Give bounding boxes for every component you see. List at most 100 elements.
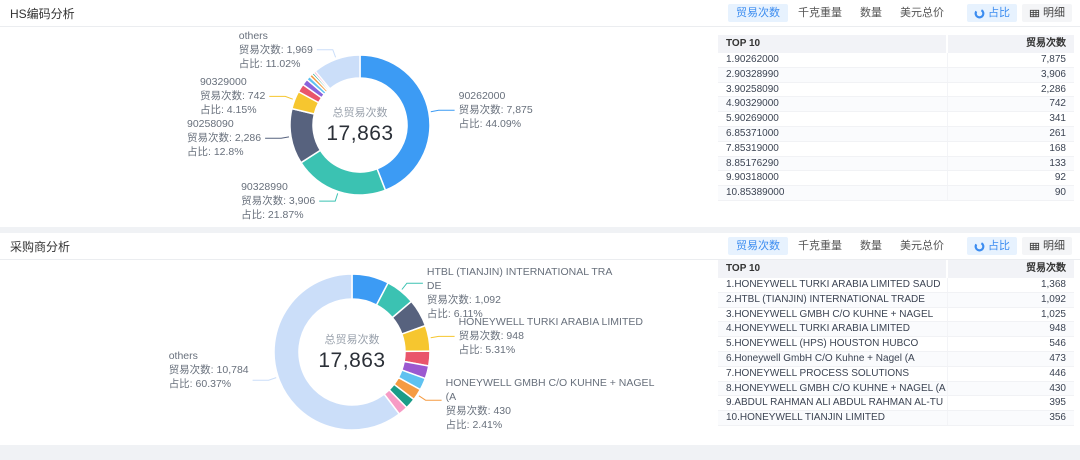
slice-label-name: 90328990 bbox=[241, 180, 315, 194]
table-icon bbox=[1029, 8, 1040, 19]
total-caption: 总贸易次数 bbox=[318, 331, 385, 347]
row-name: 1.HONEYWELL TURKI ARABIA LIMITED SAUD bbox=[718, 278, 947, 292]
row-name: 9.90318000 bbox=[718, 171, 947, 185]
table-row: 3.902580902,286 bbox=[718, 83, 1074, 98]
row-name: 3.HONEYWELL GMBH C/O KUHNE + NAGEL bbox=[718, 308, 947, 322]
metric-button[interactable]: 数量 bbox=[852, 4, 890, 22]
slice-label: HONEYWELL TURKI ARABIA LIMITED贸易次数: 948占… bbox=[459, 315, 643, 357]
total-value: 17,863 bbox=[318, 349, 385, 373]
table-header-row: TOP 10贸易次数 bbox=[718, 260, 1074, 278]
table-row: 9.ABDUL RAHMAN ALI ABDUL RAHMAN AL-TU395 bbox=[718, 396, 1074, 411]
table-row: 2.903289903,906 bbox=[718, 68, 1074, 83]
page-title: HS编码分析 bbox=[10, 5, 75, 22]
row-value: 92 bbox=[947, 171, 1074, 185]
table-row: 3.HONEYWELL GMBH C/O KUHNE + NAGEL1,025 bbox=[718, 308, 1074, 323]
metric-button[interactable]: 数量 bbox=[852, 237, 890, 255]
view-button-label: 明细 bbox=[1043, 240, 1065, 252]
metric-button[interactable]: 美元总价 bbox=[892, 4, 952, 22]
row-name: 2.HTBL (TIANJIN) INTERNATIONAL TRADE bbox=[718, 293, 947, 307]
slice-label: HTBL (TIANJIN) INTERNATIONAL TRADE贸易次数: … bbox=[427, 265, 613, 321]
metric-button[interactable]: 美元总价 bbox=[892, 237, 952, 255]
metric-button-group: 贸易次数千克重量数量美元总价 bbox=[728, 237, 952, 255]
table-row: 4.HONEYWELL TURKI ARABIA LIMITED948 bbox=[718, 322, 1074, 337]
table-row: 4.90329000742 bbox=[718, 97, 1074, 112]
table-row: 9.9031800092 bbox=[718, 171, 1074, 186]
metric-button[interactable]: 千克重量 bbox=[790, 237, 850, 255]
row-name: 10.HONEYWELL TIANJIN LIMITED bbox=[718, 411, 947, 425]
view-button-label: 占比 bbox=[988, 240, 1010, 252]
row-name: 1.90262000 bbox=[718, 53, 947, 67]
top10-table: TOP 10贸易次数1.902620007,8752.903289903,906… bbox=[718, 35, 1074, 201]
slice-label-name: others bbox=[239, 29, 313, 43]
hs-code-donut-chart: 90262000贸易次数: 7,875占比: 44.09%90328990贸易次… bbox=[0, 27, 715, 227]
slice-label-name: 90262000 bbox=[459, 89, 533, 103]
row-name: 10.85389000 bbox=[718, 186, 947, 200]
metric-button[interactable]: 贸易次数 bbox=[728, 237, 788, 255]
table-row: 8.85176290133 bbox=[718, 157, 1074, 172]
table-icon bbox=[1029, 241, 1040, 252]
section-buyer-analysis: 采购商分析 贸易次数千克重量数量美元总价占比明细 HTBL (TIANJIN) … bbox=[0, 233, 1080, 445]
donut-center-total: 总贸易次数 17,863 bbox=[318, 331, 385, 373]
row-value: 742 bbox=[947, 97, 1074, 111]
detail-view-button[interactable]: 明细 bbox=[1022, 237, 1072, 255]
table-row: 5.90269000341 bbox=[718, 112, 1074, 127]
slice-label: 90258090贸易次数: 2,286占比: 12.8% bbox=[187, 117, 261, 159]
slice-label: 90328990贸易次数: 3,906占比: 21.87% bbox=[241, 180, 315, 222]
page-title: 采购商分析 bbox=[10, 238, 70, 255]
slice-label-name: HTBL (TIANJIN) INTERNATIONAL TRA bbox=[427, 265, 613, 279]
row-name: 6.Honeywell GmbH C/O Kuhne + Nagel (A bbox=[718, 352, 947, 366]
toolbar: 贸易次数千克重量数量美元总价 占比 明细 bbox=[728, 237, 1072, 255]
detail-view-button[interactable]: 明细 bbox=[1022, 4, 1072, 22]
slice-label-name: 90329000 bbox=[200, 75, 265, 89]
metric-button-group: 贸易次数千克重量数量美元总价 bbox=[728, 4, 952, 22]
row-value: 395 bbox=[947, 396, 1074, 410]
table-row: 10.8538900090 bbox=[718, 186, 1074, 201]
row-value: 430 bbox=[947, 382, 1074, 396]
table-header-metric: 贸易次数 bbox=[948, 260, 1074, 278]
row-value: 2,286 bbox=[947, 83, 1074, 97]
ratio-view-button[interactable]: 占比 bbox=[967, 4, 1017, 22]
view-button-label: 明细 bbox=[1043, 7, 1065, 19]
table-row: 1.902620007,875 bbox=[718, 53, 1074, 68]
slice-label-percent: 占比: 12.8% bbox=[187, 145, 261, 159]
analytics-dashboard: { "ui": { "label_value_prefix": "贸易次数: "… bbox=[0, 0, 1080, 452]
row-value: 1,092 bbox=[947, 293, 1074, 307]
total-caption: 总贸易次数 bbox=[326, 104, 393, 120]
row-name: 3.90258090 bbox=[718, 83, 947, 97]
table-header-row: TOP 10贸易次数 bbox=[718, 35, 1074, 53]
row-value: 1,025 bbox=[947, 308, 1074, 322]
pie-icon bbox=[974, 8, 985, 19]
row-name: 7.HONEYWELL PROCESS SOLUTIONS bbox=[718, 367, 947, 381]
table-header-metric: 贸易次数 bbox=[948, 35, 1074, 53]
row-name: 8.HONEYWELL GMBH C/O KUHNE + NAGEL (A bbox=[718, 382, 947, 396]
donut-center-total: 总贸易次数 17,863 bbox=[326, 104, 393, 146]
slice-label: 90262000贸易次数: 7,875占比: 44.09% bbox=[459, 89, 533, 131]
row-value: 546 bbox=[947, 337, 1074, 351]
slice-label-value: 贸易次数: 1,969 bbox=[239, 43, 313, 57]
slice-label-percent: 占比: 60.37% bbox=[169, 377, 249, 391]
section-header: HS编码分析 贸易次数千克重量数量美元总价 占比 明细 bbox=[0, 0, 1080, 27]
section-hs-code-analysis: HS编码分析 贸易次数千克重量数量美元总价占比明细 90262000贸易次数: … bbox=[0, 0, 1080, 227]
slice-label: 90329000贸易次数: 742占比: 4.15% bbox=[200, 75, 265, 117]
slice-label-percent: 占比: 44.09% bbox=[459, 117, 533, 131]
row-name: 5.90269000 bbox=[718, 112, 947, 126]
label-leader-line bbox=[419, 396, 442, 400]
buyer-donut-chart: HTBL (TIANJIN) INTERNATIONAL TRADE贸易次数: … bbox=[0, 260, 715, 460]
ratio-view-button[interactable]: 占比 bbox=[967, 237, 1017, 255]
row-name: 4.HONEYWELL TURKI ARABIA LIMITED bbox=[718, 322, 947, 336]
table-row: 7.HONEYWELL PROCESS SOLUTIONS446 bbox=[718, 367, 1074, 382]
table-row: 6.85371000261 bbox=[718, 127, 1074, 142]
label-leader-line bbox=[431, 110, 455, 112]
row-value: 1,368 bbox=[947, 278, 1074, 292]
row-value: 473 bbox=[947, 352, 1074, 366]
slice-label-value: 贸易次数: 948 bbox=[459, 329, 643, 343]
slice-label-name: HONEYWELL TURKI ARABIA LIMITED bbox=[459, 315, 643, 329]
total-value: 17,863 bbox=[326, 122, 393, 146]
metric-button[interactable]: 千克重量 bbox=[790, 4, 850, 22]
row-value: 948 bbox=[947, 322, 1074, 336]
slice-label-value: 贸易次数: 430 bbox=[446, 404, 655, 418]
row-value: 90 bbox=[947, 186, 1074, 200]
view-button-label: 占比 bbox=[988, 7, 1010, 19]
metric-button[interactable]: 贸易次数 bbox=[728, 4, 788, 22]
label-leader-line bbox=[319, 193, 338, 201]
